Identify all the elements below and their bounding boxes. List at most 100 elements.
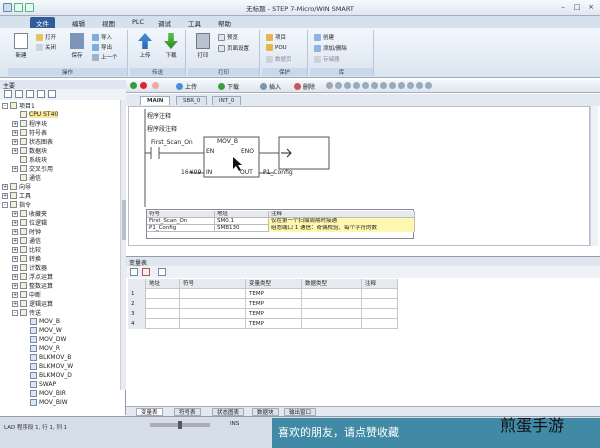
tab-output-window[interactable]: 输出窗口 (284, 408, 317, 416)
page-setup-button[interactable]: 页面设置 (218, 44, 249, 52)
expand-icon[interactable]: + (12, 165, 18, 172)
variable-table-row[interactable]: 1 TEMP (128, 289, 398, 299)
save-button[interactable]: 保存 (66, 33, 88, 59)
tree-item[interactable]: - 项目1 (2, 101, 35, 110)
variable-table-cell[interactable] (362, 309, 398, 319)
new-button[interactable]: 新建 (10, 33, 32, 59)
variable-table-cell[interactable] (302, 299, 362, 309)
tree-item[interactable]: + 浮点运算 (12, 272, 53, 281)
tab-file[interactable]: 文件 (30, 17, 55, 28)
tree-item[interactable]: + 位逻辑 (12, 218, 47, 227)
stop-button[interactable] (140, 82, 147, 89)
variable-table-cell[interactable]: TEMP (246, 319, 302, 329)
tab-tools[interactable]: 工具 (182, 17, 207, 28)
tree-item[interactable]: 通信 (12, 173, 41, 182)
tree-item[interactable]: + 通信 (12, 236, 41, 245)
variable-table-cell[interactable] (302, 289, 362, 299)
tree-item[interactable]: MOV_B (22, 317, 60, 326)
tab-sbr0[interactable]: SBR_0 (176, 96, 208, 105)
tree-item[interactable]: MOV_W (22, 326, 62, 335)
export-button[interactable]: 导出 (92, 43, 112, 51)
variable-table-cell[interactable] (180, 289, 246, 299)
toolbar-download-button[interactable]: 下载 (218, 82, 239, 91)
tab-edit[interactable]: 编辑 (66, 17, 91, 28)
insert-button[interactable]: 插入 (260, 82, 281, 91)
delete-button[interactable]: 删除 (294, 82, 315, 91)
variable-table-cell[interactable] (362, 299, 398, 309)
variable-table-cell[interactable]: TEMP (246, 289, 302, 299)
protect-project-button[interactable]: 项目 (266, 33, 286, 41)
tree-item[interactable]: MOV_R (22, 344, 60, 353)
collapse-icon[interactable]: - (2, 201, 8, 208)
variable-table-cell[interactable]: TEMP (246, 309, 302, 319)
variable-table-cell[interactable]: 1 (128, 289, 146, 299)
expand-icon[interactable]: + (12, 129, 18, 136)
minimize-icon[interactable]: – (557, 2, 569, 12)
tab-variable-table[interactable]: 变量表 (136, 408, 163, 416)
expand-icon[interactable]: + (12, 138, 18, 145)
collapse-icon[interactable]: - (2, 102, 8, 109)
expand-icon[interactable]: + (12, 273, 18, 280)
tree-tool-icon[interactable] (37, 90, 45, 98)
tree-item[interactable]: + 比较 (12, 245, 41, 254)
expand-icon[interactable]: + (12, 291, 18, 298)
tree-item[interactable]: - 传送 (12, 308, 41, 317)
tree-item[interactable]: MOV_BIW (22, 398, 68, 407)
variable-table-cell[interactable]: TEMP (246, 299, 302, 309)
tree-tool-icon[interactable] (48, 90, 56, 98)
variable-table-cell[interactable] (146, 299, 180, 309)
tab-symbol-table[interactable]: 符号表 (174, 408, 201, 416)
tree-item[interactable]: + 转换 (12, 254, 41, 263)
tree-item[interactable]: + 程序块 (12, 119, 47, 128)
tree-item[interactable]: + 时钟 (12, 227, 41, 236)
protect-datapage-button[interactable]: 数据页 (266, 55, 292, 63)
toolbar-upload-button[interactable]: 上传 (176, 82, 197, 91)
tree-item[interactable]: + 工具 (2, 191, 31, 200)
expand-icon[interactable]: + (2, 192, 8, 199)
tree-item[interactable]: 系统块 (12, 155, 47, 164)
maximize-icon[interactable]: □ (571, 2, 583, 12)
previous-button[interactable]: 上一个 (92, 53, 118, 61)
expand-icon[interactable]: + (12, 219, 18, 226)
variable-table-cell[interactable]: 4 (128, 319, 146, 329)
open-button[interactable]: 打开 (36, 33, 56, 41)
add-remove-library-button[interactable]: 添加/删除 (314, 44, 347, 52)
tree-item[interactable]: BLKMOV_W (22, 362, 73, 371)
tree-item[interactable]: + 符号表 (12, 128, 47, 137)
variable-table-row[interactable]: 3 TEMP (128, 309, 398, 319)
tree-item[interactable]: SWAP (22, 380, 56, 389)
tree-item[interactable]: MOV_DW (22, 335, 66, 344)
tab-data-block[interactable]: 数据块 (252, 408, 279, 416)
variable-table-cell[interactable] (180, 319, 246, 329)
tree-tool-icon[interactable] (15, 90, 23, 98)
tab-view[interactable]: 视图 (96, 17, 121, 28)
variable-table-cell[interactable] (302, 309, 362, 319)
upload-button[interactable]: 上传 (134, 33, 156, 59)
expand-icon[interactable]: + (12, 282, 18, 289)
tree-item[interactable]: CPU ST40 (12, 110, 59, 119)
expand-icon[interactable]: + (12, 246, 18, 253)
print-button[interactable]: 打印 (192, 33, 214, 59)
tree-item[interactable]: + 收藏夹 (12, 209, 47, 218)
run-button[interactable] (130, 82, 137, 89)
tree-item[interactable]: BLKMOV_B (22, 353, 71, 362)
tab-plc[interactable]: PLC (126, 17, 150, 28)
toolbar-more-icons[interactable] (326, 82, 432, 89)
variable-table-cell[interactable]: 3 (128, 309, 146, 319)
compile-button[interactable] (152, 82, 159, 89)
preview-button[interactable]: 预览 (218, 33, 238, 41)
tab-status-chart[interactable]: 状态图表 (212, 408, 245, 416)
tree-item[interactable]: BLKMOV_D (22, 371, 72, 380)
collapse-icon[interactable]: - (12, 309, 18, 316)
expand-icon[interactable]: + (12, 264, 18, 271)
tab-debug[interactable]: 调试 (152, 17, 177, 28)
tree-item[interactable]: + 中断 (12, 290, 41, 299)
zoom-thumb[interactable] (178, 421, 182, 429)
tree-item[interactable]: + 整数运算 (12, 281, 53, 290)
table-tool-icon[interactable] (158, 268, 166, 276)
close-icon[interactable]: × (585, 2, 597, 12)
tab-int0[interactable]: INT_0 (212, 96, 242, 105)
variable-table-row[interactable]: 4 TEMP (128, 319, 398, 329)
tree-tool-icon[interactable] (4, 90, 12, 98)
expand-icon[interactable]: + (12, 255, 18, 262)
